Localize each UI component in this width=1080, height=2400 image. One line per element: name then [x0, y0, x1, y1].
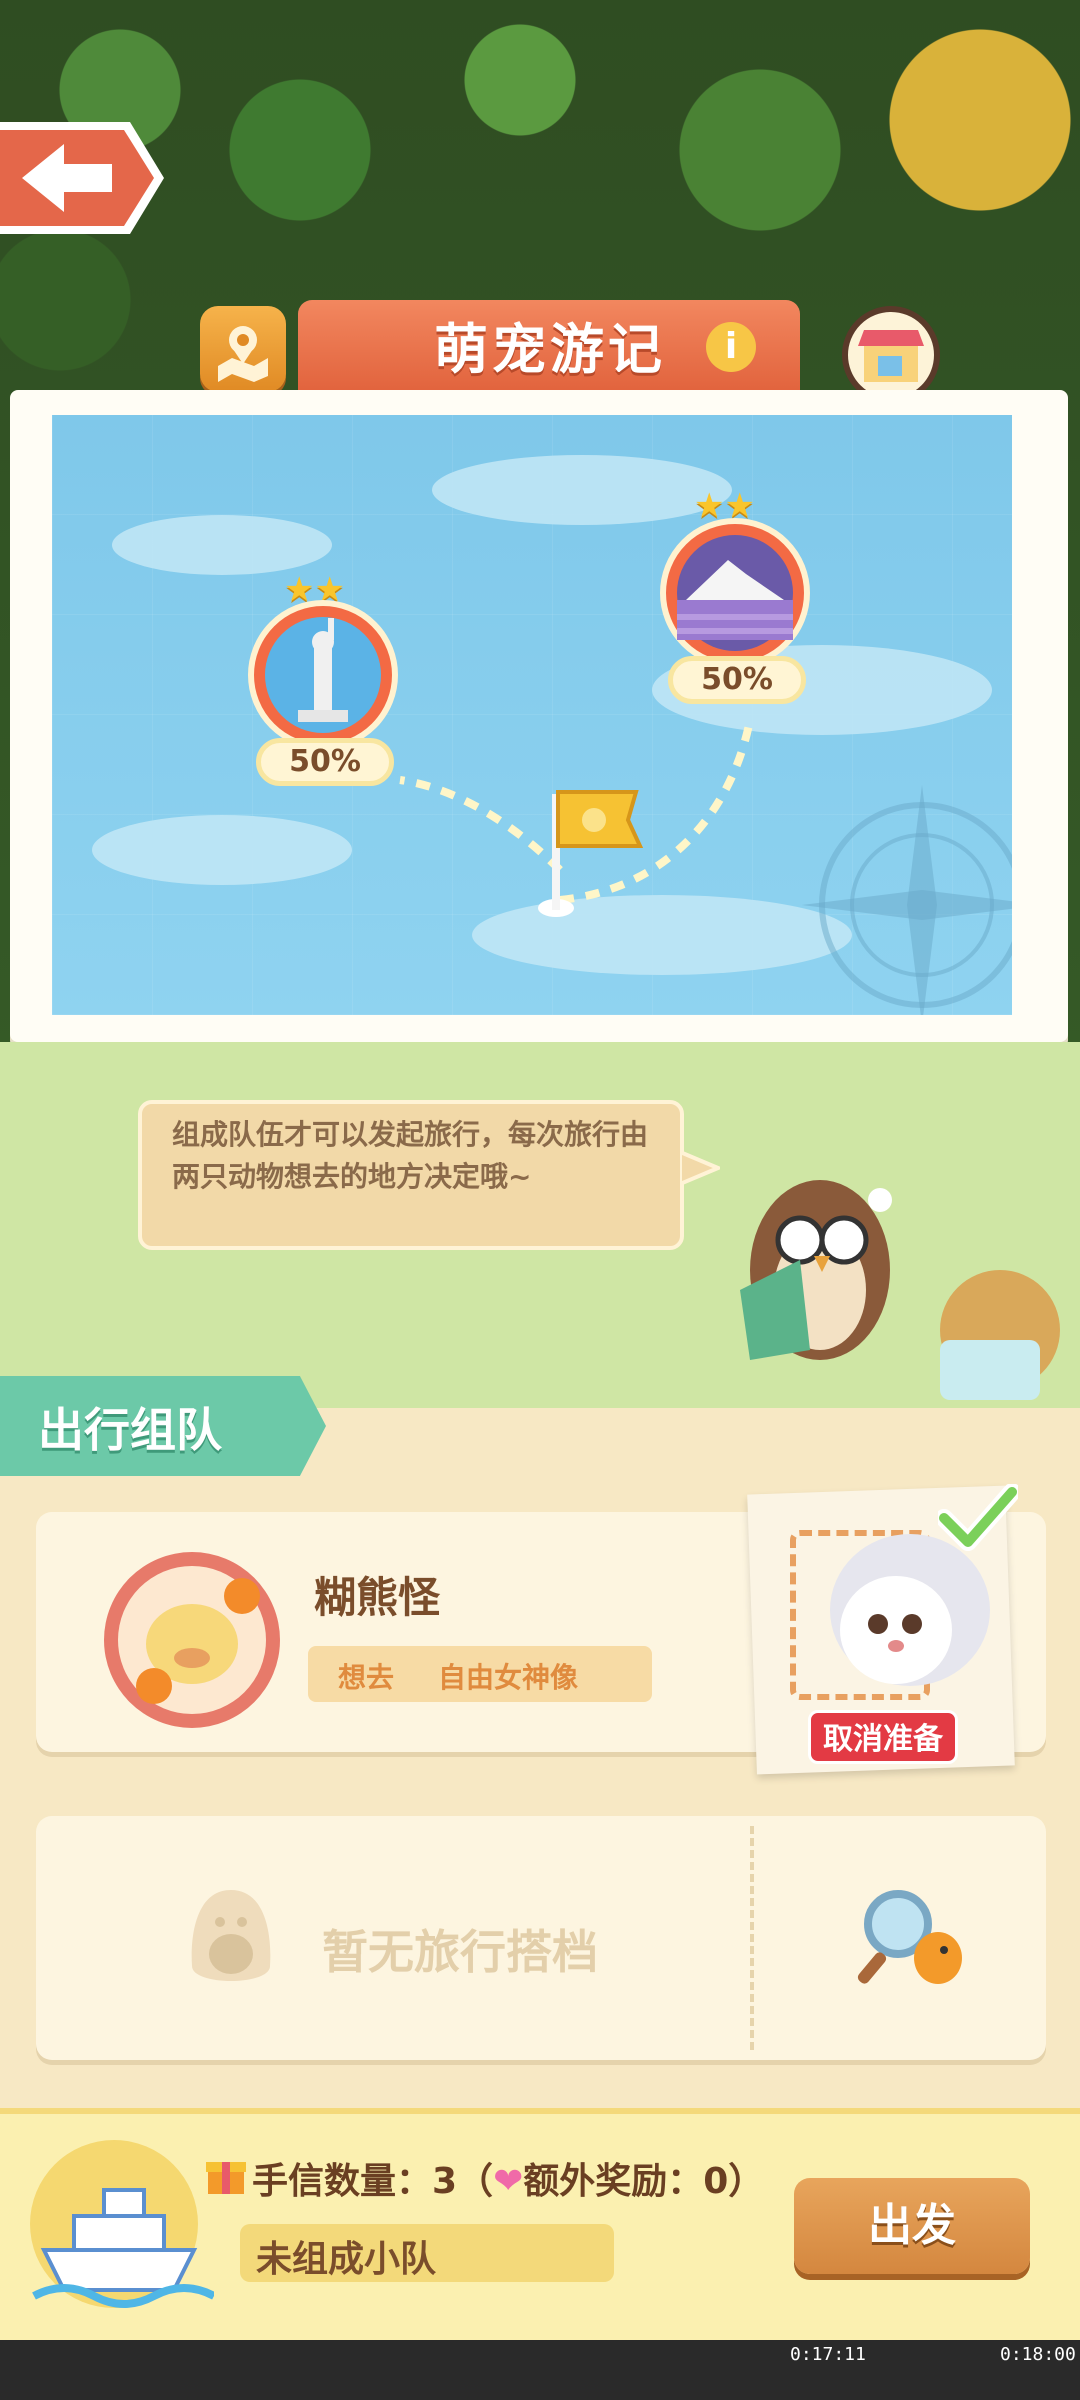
- page-title: 萌宠游记: [434, 318, 666, 381]
- chick-placeholder-icon: [191, 1890, 271, 1981]
- destination-mountain[interactable]: [660, 518, 810, 668]
- mountain-lavender-icon: [677, 535, 793, 651]
- map-pin-icon: [218, 326, 268, 382]
- empty-partner-text: 暂无旅行搭档: [322, 1925, 598, 1979]
- cloud-island: [112, 515, 332, 575]
- pet-avatar[interactable]: [114, 1562, 270, 1718]
- back-arrow-button[interactable]: [0, 118, 166, 238]
- map-location-button[interactable]: [200, 306, 286, 392]
- owl-guide-character: [740, 1180, 1060, 1400]
- wants-label: 想去: [338, 1661, 395, 1694]
- cancel-ready-button[interactable]: 取消准备: [808, 1710, 958, 1764]
- search-partner-button[interactable]: [852, 1884, 972, 1994]
- destination-statue-of-liberty[interactable]: [248, 600, 398, 750]
- cloud-island: [432, 455, 732, 525]
- destination-progress: 50%: [256, 738, 394, 786]
- depart-button[interactable]: 出发: [794, 2178, 1030, 2274]
- start-flag-icon: [538, 790, 644, 917]
- card-divider: [750, 1826, 754, 2050]
- bottom-strip: [0, 2340, 1080, 2400]
- team-status: 未组成小队: [256, 2239, 437, 2280]
- heart-icon: ❤: [493, 2161, 524, 2202]
- timer: 0:18:00: [1000, 2344, 1076, 2365]
- shop-icon: [858, 330, 924, 382]
- team-header: 出行组队: [38, 1403, 222, 1457]
- cruise-ship-icon: [32, 2188, 214, 2308]
- pet-name: 糊熊怪: [314, 1573, 441, 1622]
- destination-progress: 50%: [668, 656, 806, 704]
- cloud-island: [92, 815, 352, 885]
- bonus-reward-text: 额外奖励：0）: [523, 2161, 765, 2202]
- wants-destination: 自由女神像: [438, 1661, 579, 1694]
- info-icon[interactable]: i: [706, 322, 756, 372]
- gift-icon: [206, 2162, 246, 2194]
- letters-count-text: 手信数量：3（: [252, 2161, 494, 2202]
- statue-of-liberty-icon: [265, 617, 381, 733]
- tip-text: 组成队伍才可以发起旅行，每次旅行由两只动物想去的地方决定哦~: [172, 1118, 649, 1193]
- check-icon: [938, 1484, 1018, 1551]
- compass-rose-icon: [802, 785, 1012, 1015]
- letters-count: 手信数量：3（❤额外奖励：0）: [252, 2152, 764, 2204]
- timer: 0:17:11: [790, 2344, 866, 2365]
